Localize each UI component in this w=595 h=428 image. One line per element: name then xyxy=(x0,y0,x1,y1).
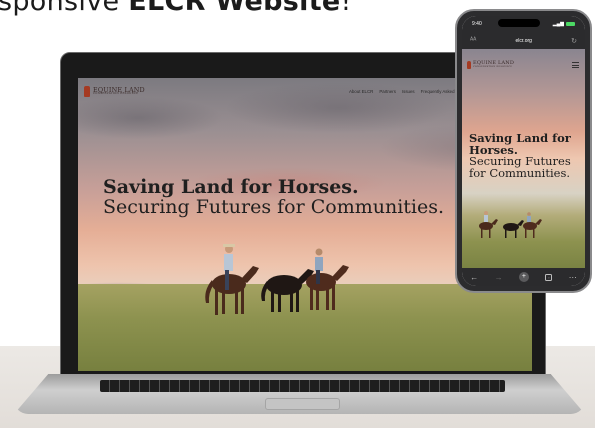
hero-title-line2: Securing Futures for Communities. xyxy=(103,195,445,218)
site-logo[interactable]: EQUINE LAND CONSERVATION RESOURCE xyxy=(84,85,145,97)
url-text[interactable]: elcr.org xyxy=(516,38,532,44)
phone-screen: 9:40 ▂▄▆ ᴬᴬ elcr.org ↻ EQUINE LAND CONSE… xyxy=(462,16,585,286)
phone-status-bar: 9:40 ▂▄▆ xyxy=(462,16,585,32)
logo-subtitle: CONSERVATION RESOURCE xyxy=(93,91,139,95)
horse-logo-icon xyxy=(467,61,471,69)
forward-icon[interactable]: → xyxy=(495,273,503,282)
phone-site-header: EQUINE LAND CONSERVATION RESOURCE xyxy=(467,61,579,69)
hero-title-line1: Saving Land for Horses. xyxy=(103,176,359,198)
nav-partners[interactable]: Partners xyxy=(379,89,396,94)
hamburger-icon[interactable] xyxy=(572,62,579,68)
reload-icon[interactable]: ↻ xyxy=(571,37,577,45)
phone-webpage: EQUINE LAND CONSERVATION RESOURCE Saving… xyxy=(462,49,585,268)
dynamic-island xyxy=(498,19,540,27)
browser-toolbar: ← → + ▫ ⋯ xyxy=(462,268,585,286)
headline-bold: ELCR Website xyxy=(128,0,341,17)
battery-icon xyxy=(566,21,575,26)
phone-device: 9:40 ▂▄▆ ᴬᴬ elcr.org ↻ EQUINE LAND CONSE… xyxy=(455,9,592,293)
headline-prefix: sponsive xyxy=(0,0,129,17)
phone-horses-illustration xyxy=(479,211,542,238)
more-icon[interactable]: ⋯ xyxy=(569,273,577,282)
plus-icon[interactable]: + xyxy=(518,272,529,282)
status-time: 9:40 xyxy=(472,21,482,27)
horse-brown xyxy=(205,266,259,315)
status-icons: ▂▄▆ xyxy=(553,21,575,27)
phone-hero-title: Saving Land for Horses. Securing Futures… xyxy=(469,132,571,181)
laptop-keyboard xyxy=(100,380,505,392)
nav-issues[interactable]: Issues xyxy=(402,89,415,94)
nav-about[interactable]: About ELCR xyxy=(349,89,373,94)
back-icon[interactable]: ← xyxy=(470,273,478,282)
horses-riders-illustration xyxy=(205,244,349,315)
horse-logo-icon xyxy=(84,85,90,97)
laptop-trackpad xyxy=(265,398,340,410)
hero-title: Saving Land for Horses. Securing Futures… xyxy=(103,176,445,218)
aa-icon[interactable]: ᴬᴬ xyxy=(470,37,476,44)
browser-address-bar[interactable]: ᴬᴬ elcr.org ↻ xyxy=(462,32,585,49)
phone-hero-line4: for Communities. xyxy=(469,166,571,181)
headline-suffix: ! xyxy=(340,0,352,17)
headline: sponsive ELCR Website! xyxy=(0,0,352,17)
tabs-icon[interactable]: ▫ xyxy=(545,273,553,281)
horse-dark xyxy=(261,269,314,312)
phone-logo-subtitle: CONSERVATION RESOURCE xyxy=(473,65,513,69)
phone-site-logo[interactable]: EQUINE LAND CONSERVATION RESOURCE xyxy=(467,61,514,69)
